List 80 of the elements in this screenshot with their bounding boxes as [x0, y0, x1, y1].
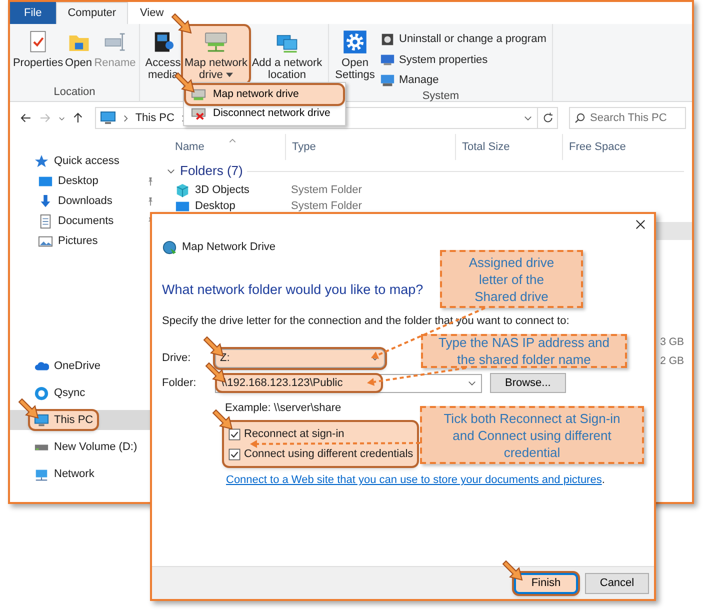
pointer-arrow-icon	[170, 12, 194, 36]
column-header[interactable]: Total Size	[455, 134, 562, 160]
computer-icon	[34, 412, 49, 428]
folder-field[interactable]: \\192.168.123.123\Public	[215, 374, 482, 392]
column-header[interactable]: Free Space	[562, 134, 692, 160]
settings-icon	[342, 29, 368, 55]
sidebar-item[interactable]: Qsync	[10, 383, 160, 403]
drive-icon	[191, 87, 206, 102]
browse-button[interactable]: Browse...	[490, 373, 566, 393]
example-text: Example: \\server\share	[225, 401, 342, 416]
file-name: 3D Objects	[195, 183, 250, 198]
up-icon	[72, 111, 84, 125]
period-text: .	[602, 474, 605, 486]
menu-item[interactable]: Map network drive	[186, 85, 343, 104]
sidebar-item[interactable]: Desktop	[10, 171, 160, 191]
callout-box: Type the NAS IP address and the shared folder name	[421, 334, 627, 368]
pointer-arrow-icon	[501, 558, 525, 582]
finish-button[interactable]: Finish	[514, 572, 578, 594]
computer-icon	[380, 72, 395, 88]
ribbon-tab[interactable]: Computer	[56, 2, 128, 24]
sidebar-item[interactable]: Downloads	[10, 191, 160, 211]
cube-icon	[175, 182, 190, 198]
free-space-text: 3 GB	[660, 336, 684, 348]
search-icon	[574, 112, 586, 124]
ribbon-button[interactable]: Properties	[14, 26, 62, 72]
file-tab[interactable]: File	[10, 2, 56, 24]
sidebar-item[interactable]: OneDrive	[10, 356, 160, 376]
group-header[interactable]: Folders (7)	[180, 161, 243, 181]
ribbon-button[interactable]: Map network drive	[183, 26, 249, 84]
cancel-button[interactable]: Cancel	[585, 572, 649, 594]
field-label: Folder:	[162, 376, 198, 391]
dialog-title: Map Network Drive	[182, 240, 276, 255]
program-icon	[380, 32, 395, 47]
ribbon-button[interactable]: Manage	[378, 71, 548, 90]
file-type: System Folder	[291, 200, 362, 212]
ribbon-button[interactable]: Open Settings	[333, 26, 377, 84]
download-icon	[38, 194, 53, 208]
dialog-heading: What network folder would you like to map?	[162, 281, 424, 299]
file-row[interactable]: 3D Objects System Folder	[160, 182, 692, 198]
computer-icon	[380, 52, 395, 68]
ribbon-button[interactable]: System properties	[378, 50, 548, 69]
sidebar-item[interactable]: Quick access	[10, 151, 160, 171]
refresh-button[interactable]	[537, 107, 558, 129]
close-icon	[635, 219, 646, 230]
free-space-text: 2 GB	[660, 355, 684, 367]
computer-icon	[100, 110, 116, 126]
group-label: System	[421, 90, 460, 102]
column-header[interactable]: Name	[160, 134, 285, 160]
menu-item[interactable]: Disconnect network drive	[186, 104, 343, 123]
search-field[interactable]: Search This PC	[569, 107, 686, 129]
column-header[interactable]: Type	[285, 134, 455, 160]
callout-box: Assigned drive letter of the Shared drive	[440, 250, 583, 308]
globe-icon	[162, 240, 177, 254]
back-icon	[20, 111, 32, 125]
sidebar-item[interactable]: New Volume (D:)	[10, 437, 160, 457]
field-label: Drive:	[162, 350, 192, 366]
file-row[interactable]: Desktop System Folder	[160, 198, 692, 214]
refresh-icon	[542, 112, 554, 124]
sort-icon	[228, 136, 237, 145]
callout-box: Tick both Reconnect at Sign-in and Connect using different credential	[420, 406, 644, 464]
sync-icon	[34, 386, 49, 400]
checkbox-option[interactable]: Reconnect at sign-in	[228, 424, 414, 444]
drive-x-icon	[191, 106, 206, 121]
sidebar-item[interactable]: Pictures	[10, 231, 160, 251]
sidebar-item[interactable]: Network	[10, 464, 160, 484]
group-label: Location	[52, 86, 96, 100]
ribbon-button[interactable]: Open	[63, 26, 94, 72]
close-button[interactable]	[633, 217, 648, 232]
star-icon	[34, 154, 49, 168]
checkbox-option[interactable]: Connect using different credentials	[228, 444, 414, 464]
ribbon-button[interactable]: Uninstall or change a program	[378, 30, 548, 48]
web-site-link[interactable]: Connect to a Web site that you can use to store your documents and pictures	[226, 474, 602, 486]
ribbon-tab[interactable]: View	[128, 2, 176, 24]
pointer-arrow-icon	[17, 396, 41, 421]
file-type: System Folder	[291, 184, 362, 196]
picture-icon	[38, 234, 53, 248]
document-icon	[38, 214, 53, 228]
forward-icon	[38, 111, 51, 125]
instruction-text: Specify the drive letter for the connection and the folder that you want to connect to:	[162, 314, 570, 329]
file-name: Desktop	[195, 199, 236, 214]
